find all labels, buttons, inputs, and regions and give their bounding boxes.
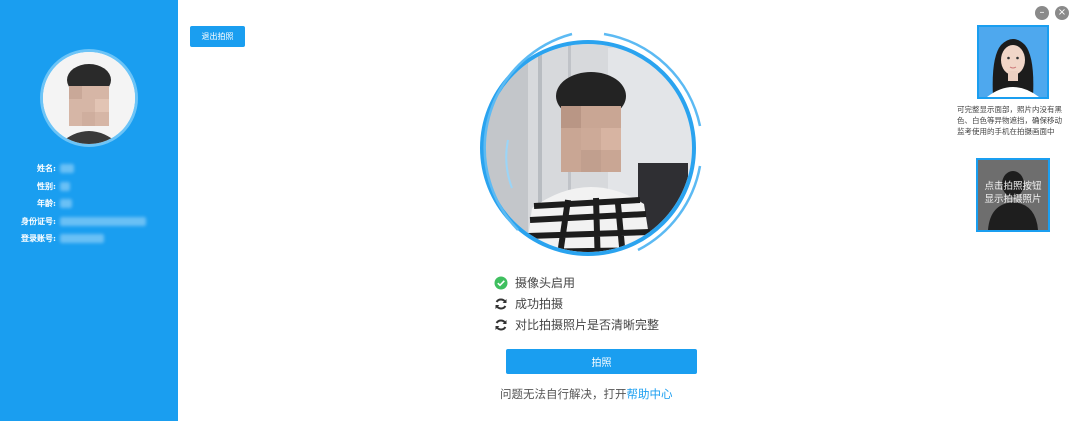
exit-photo-button[interactable]: 退出拍照 [190, 26, 245, 47]
help-center-link[interactable]: 帮助中心 [627, 387, 673, 401]
photo-tip: 可完整显示面部，照片内没有黑色、白色等异物遮挡，确保移动监考使用的手机在拍摄画面… [957, 105, 1062, 136]
help-line: 问题无法自行解决，打开帮助中心 [500, 386, 710, 402]
gender-label: 性别: [37, 180, 56, 191]
placeholder-line-1: 点击拍照按钮 [984, 181, 1042, 192]
info-row-id: 身份证号: [10, 213, 170, 231]
check-circle-icon [494, 276, 508, 290]
status-camera-enabled: 摄像头启用 [494, 272, 659, 293]
user-info: 姓名: 性别: 年龄: 身份证号: 登录账号: [10, 160, 170, 248]
status-text: 摄像头启用 [515, 276, 576, 290]
status-text: 成功拍摄 [515, 297, 564, 311]
info-row-gender: 性别: [10, 178, 170, 196]
sidebar: 姓名: 性别: 年龄: 身份证号: 登录账号: [0, 0, 178, 421]
account-value-redacted [60, 234, 104, 244]
status-text: 对比拍摄照片是否清晰完整 [515, 318, 660, 332]
refresh-icon [494, 318, 508, 332]
take-photo-button[interactable]: 拍照 [506, 349, 697, 374]
close-icon[interactable]: × [1055, 6, 1069, 20]
status-photo-taken: 成功拍摄 [494, 293, 659, 314]
age-label: 年龄: [37, 198, 56, 209]
name-label: 姓名: [37, 163, 56, 174]
help-prefix: 问题无法自行解决，打开 [500, 387, 627, 401]
gender-value-redacted [60, 181, 70, 191]
captured-photo-placeholder[interactable]: 点击拍照按钮 显示拍摄照片 [976, 158, 1050, 232]
placeholder-line-2: 显示拍摄照片 [984, 194, 1042, 205]
status-compare-photo: 对比拍摄照片是否清晰完整 [494, 314, 659, 335]
camera-preview [468, 28, 708, 268]
placeholder-text: 点击拍照按钮 显示拍摄照片 [978, 180, 1048, 206]
info-row-name: 姓名: [10, 160, 170, 178]
account-label: 登录账号: [21, 233, 56, 244]
age-value-redacted [60, 199, 72, 209]
refresh-icon [494, 297, 508, 311]
sample-photo [977, 25, 1049, 99]
avatar [43, 52, 135, 144]
name-value-redacted [60, 164, 74, 174]
id-number-label: 身份证号: [21, 215, 56, 226]
info-row-age: 年龄: [10, 195, 170, 213]
status-list: 摄像头启用 成功拍摄 对比拍摄照片是否清晰完整 [494, 272, 659, 335]
minimize-icon[interactable]: – [1035, 6, 1049, 20]
id-number-value-redacted [60, 216, 146, 226]
info-row-account: 登录账号: [10, 230, 170, 248]
